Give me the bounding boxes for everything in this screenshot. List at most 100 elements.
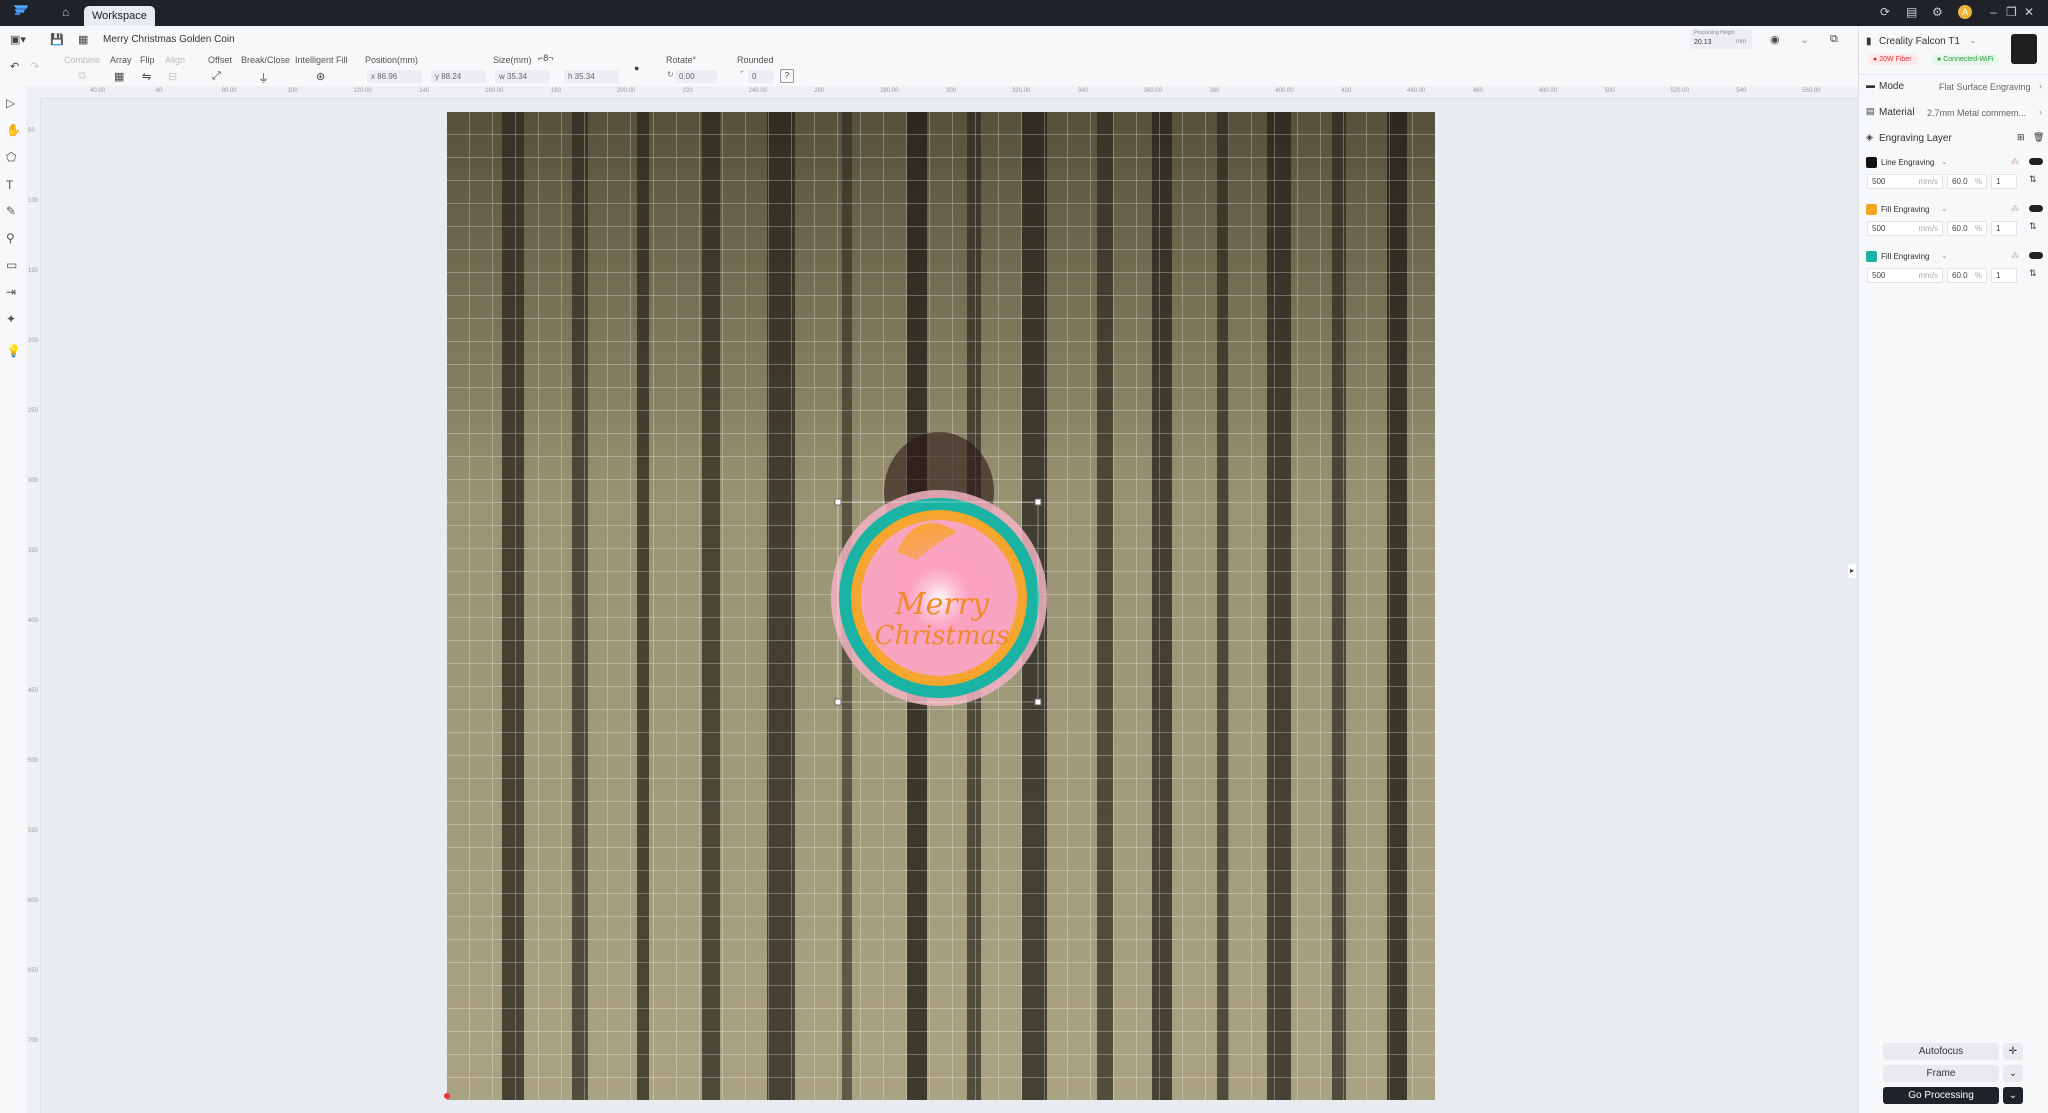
intelligent-fill-icon[interactable]: ⊛ [316, 70, 325, 83]
position-y-input[interactable]: y 88.24 [431, 70, 486, 83]
ruler-tick-label: 500 [1604, 88, 1615, 94]
ruler-tick-label: 400 [28, 618, 39, 624]
resize-handle-tr [1034, 498, 1042, 506]
ruler-tick-label: 440.00 [1407, 88, 1426, 94]
avatar[interactable]: A [1958, 5, 1972, 19]
camera-icon[interactable]: ◉ [1770, 33, 1780, 46]
shape-tool-icon[interactable]: ⬠ [6, 150, 16, 164]
minimize-icon[interactable]: – [1990, 5, 1997, 19]
position-x-input[interactable]: x 86.96 [367, 70, 422, 83]
redo-icon[interactable]: ↷ [30, 60, 39, 73]
chevron-down-icon[interactable]: ⌄ [1800, 33, 1809, 46]
layer-settings-icon[interactable]: ⁂ [2011, 204, 2019, 213]
material-icon: ▤ [1866, 106, 1875, 116]
layer-params-icon[interactable]: ⇅ [2029, 174, 2037, 185]
ai-tool-icon[interactable]: ✦ [6, 312, 16, 326]
layer-settings-icon[interactable]: ⁂ [2011, 251, 2019, 260]
sync-icon[interactable]: ⟳ [1880, 5, 1890, 19]
height-input[interactable]: h 35.34 [564, 70, 619, 83]
layer-dropdown-icon[interactable]: ⌄ [1941, 204, 1948, 213]
frame-dropdown-icon[interactable]: ⌄ [2003, 1065, 2023, 1082]
preview-icon[interactable]: ⧉ [1830, 33, 1838, 46]
layer-row[interactable]: Fill Engraving ⌄ ⁂ 500 mm/s 60.0% 1 ⇅ [1859, 247, 2048, 293]
rotate-input[interactable]: 0.00 [675, 70, 717, 83]
layer-row[interactable]: Line Engraving ⌄ ⁂ 500 mm/s 60.0% 1 ⇅ [1859, 153, 2048, 199]
go-processing-button[interactable]: Go Processing [1883, 1087, 1999, 1104]
position-label: Position(mm) [365, 55, 419, 65]
save-icon[interactable]: 💾 [50, 33, 64, 46]
array-icon[interactable]: ▦ [114, 70, 124, 83]
panel-collapse-icon[interactable]: ▸ [1848, 564, 1856, 578]
frame-button[interactable]: Frame [1883, 1065, 1999, 1082]
image-tool-icon[interactable]: ▭ [6, 258, 17, 272]
power-input[interactable]: 60.0% [1947, 221, 1987, 236]
text-tool-icon[interactable]: T [6, 178, 13, 192]
undo-icon[interactable]: ↶ [10, 60, 19, 73]
processing-dropdown-icon[interactable]: ⌄ [2003, 1087, 2023, 1104]
restore-icon[interactable]: ❐ [2006, 5, 2017, 19]
add-layer-icon[interactable]: ⊞ [2017, 132, 2025, 143]
tab-workspace[interactable]: Workspace [84, 6, 155, 26]
autofocus-button[interactable]: Autofocus [1883, 1043, 1999, 1060]
close-icon[interactable]: ✕ [2024, 5, 2034, 19]
anchor-point-icon[interactable]: ● [634, 63, 639, 73]
crosshair-icon[interactable]: ✛ [2003, 1043, 2023, 1060]
lock-ratio-icon[interactable]: ⌐8¬ [538, 53, 554, 63]
rounded-label: Rounded [737, 55, 774, 65]
mode-chevron-icon[interactable]: › [2039, 81, 2042, 91]
flip-icon[interactable]: ⇋ [142, 70, 151, 83]
coin-text-christmas: Christmas [875, 621, 1010, 651]
layer-dropdown-icon[interactable]: ⌄ [1941, 157, 1948, 166]
speed-input[interactable]: 500 mm/s [1867, 221, 1943, 236]
passes-input[interactable]: 1 [1991, 268, 2017, 283]
passes-input[interactable]: 1 [1991, 221, 2017, 236]
speed-input[interactable]: 500 mm/s [1867, 268, 1943, 283]
layer-params-icon[interactable]: ⇅ [2029, 221, 2037, 232]
pen-tool-icon[interactable]: ✎ [6, 204, 16, 218]
power-input[interactable]: 60.0% [1947, 268, 1987, 283]
layer-row[interactable]: Fill Engraving ⌄ ⁂ 500 mm/s 60.0% 1 ⇅ [1859, 200, 2048, 246]
layer-params-icon[interactable]: ⇅ [2029, 268, 2037, 279]
settings-icon[interactable]: ⚙ [1932, 5, 1943, 19]
layer-dropdown-icon[interactable]: ⌄ [1941, 251, 1948, 260]
project-name[interactable]: Merry Christmas Golden Coin [103, 34, 235, 45]
processing-height-field[interactable]: Processing Height 20.13 mm [1690, 29, 1752, 49]
fill-layer-icon [1866, 251, 1877, 262]
mode-value[interactable]: Flat Surface Engraving [1939, 82, 2031, 92]
ruler-tick-label: 480.00 [1538, 88, 1558, 94]
speed-input[interactable]: 500 mm/s [1867, 174, 1943, 189]
size-label: Size(mm) [493, 55, 532, 65]
home-icon[interactable]: ⌂ [62, 5, 69, 19]
device-name[interactable]: Creality Falcon T1 [1879, 36, 1960, 47]
layer-visibility-toggle[interactable] [2029, 205, 2043, 212]
help-icon[interactable]: ? [780, 69, 794, 83]
power-input[interactable]: 60.0% [1947, 174, 1987, 189]
link-tool-icon[interactable]: ⚲ [6, 231, 15, 245]
material-value[interactable]: 2.7mm Metal commem... [1927, 108, 2026, 118]
import-tool-icon[interactable]: ⇥ [6, 285, 16, 299]
break-close-icon[interactable]: ⏚ [258, 70, 269, 86]
layer-visibility-toggle[interactable] [2029, 158, 2043, 165]
resize-handle-bl [834, 698, 842, 706]
width-input[interactable]: w 35.34 [495, 70, 550, 83]
combine-icon[interactable]: ⧉ [78, 70, 86, 83]
ruler-tick-label: 360.00 [1143, 88, 1162, 94]
device-dropdown-icon[interactable]: ⌄ [1969, 35, 1977, 46]
bulb-tool-icon[interactable]: 💡 [6, 344, 21, 358]
hand-tool-icon[interactable]: ✋ [6, 123, 21, 137]
material-chevron-icon[interactable]: › [2039, 107, 2042, 117]
rounded-input[interactable]: 0 [748, 70, 774, 83]
layer-visibility-toggle[interactable] [2029, 252, 2043, 259]
workspace-canvas[interactable]: Merry Christmas [447, 112, 1435, 1100]
select-tool-icon[interactable]: ▷ [6, 96, 15, 110]
ruler-tick-label: 400.00 [1275, 88, 1294, 94]
delete-layer-icon[interactable]: 🗑 [2033, 132, 2044, 143]
save-as-icon[interactable]: ▦ [78, 33, 88, 46]
file-menu-icon[interactable]: ▣▾ [10, 33, 26, 46]
layer-settings-icon[interactable]: ⁂ [2011, 157, 2019, 166]
clipboard-icon[interactable]: ▤ [1906, 5, 1917, 19]
passes-input[interactable]: 1 [1991, 174, 2017, 189]
coin-design[interactable]: Merry Christmas [831, 490, 1047, 706]
offset-icon[interactable]: ⤢ [212, 70, 221, 83]
align-icon[interactable]: ⊟ [168, 70, 177, 83]
